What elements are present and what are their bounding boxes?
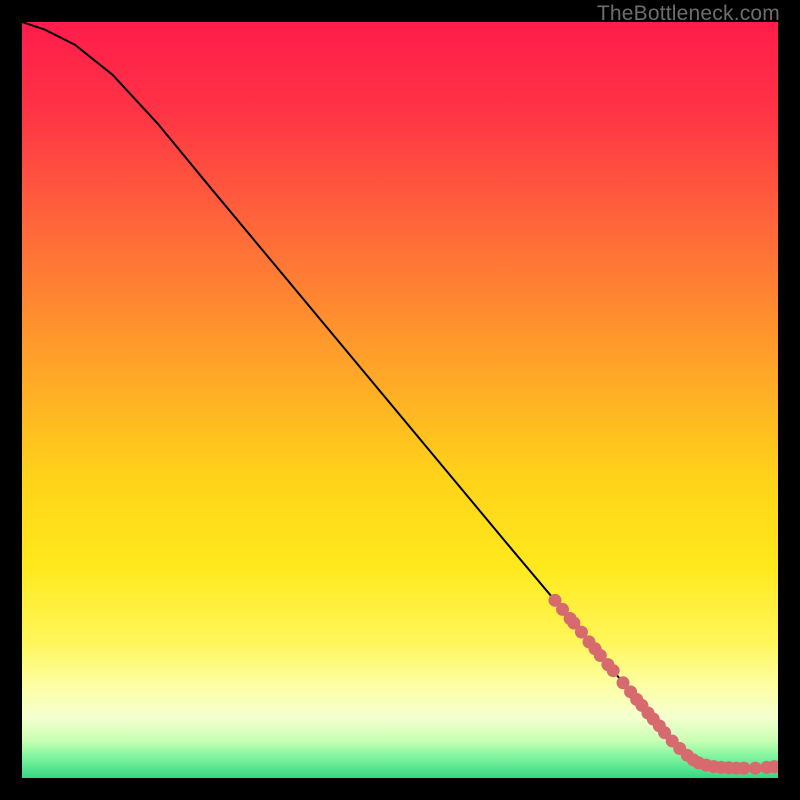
data-marker <box>737 762 750 775</box>
chart-svg <box>22 22 778 778</box>
data-marker <box>607 664 620 677</box>
data-marker <box>749 762 762 775</box>
plot-area <box>22 22 778 778</box>
chart-frame: TheBottleneck.com <box>0 0 800 800</box>
attribution-text: TheBottleneck.com <box>597 2 780 26</box>
gradient-background <box>22 22 778 778</box>
